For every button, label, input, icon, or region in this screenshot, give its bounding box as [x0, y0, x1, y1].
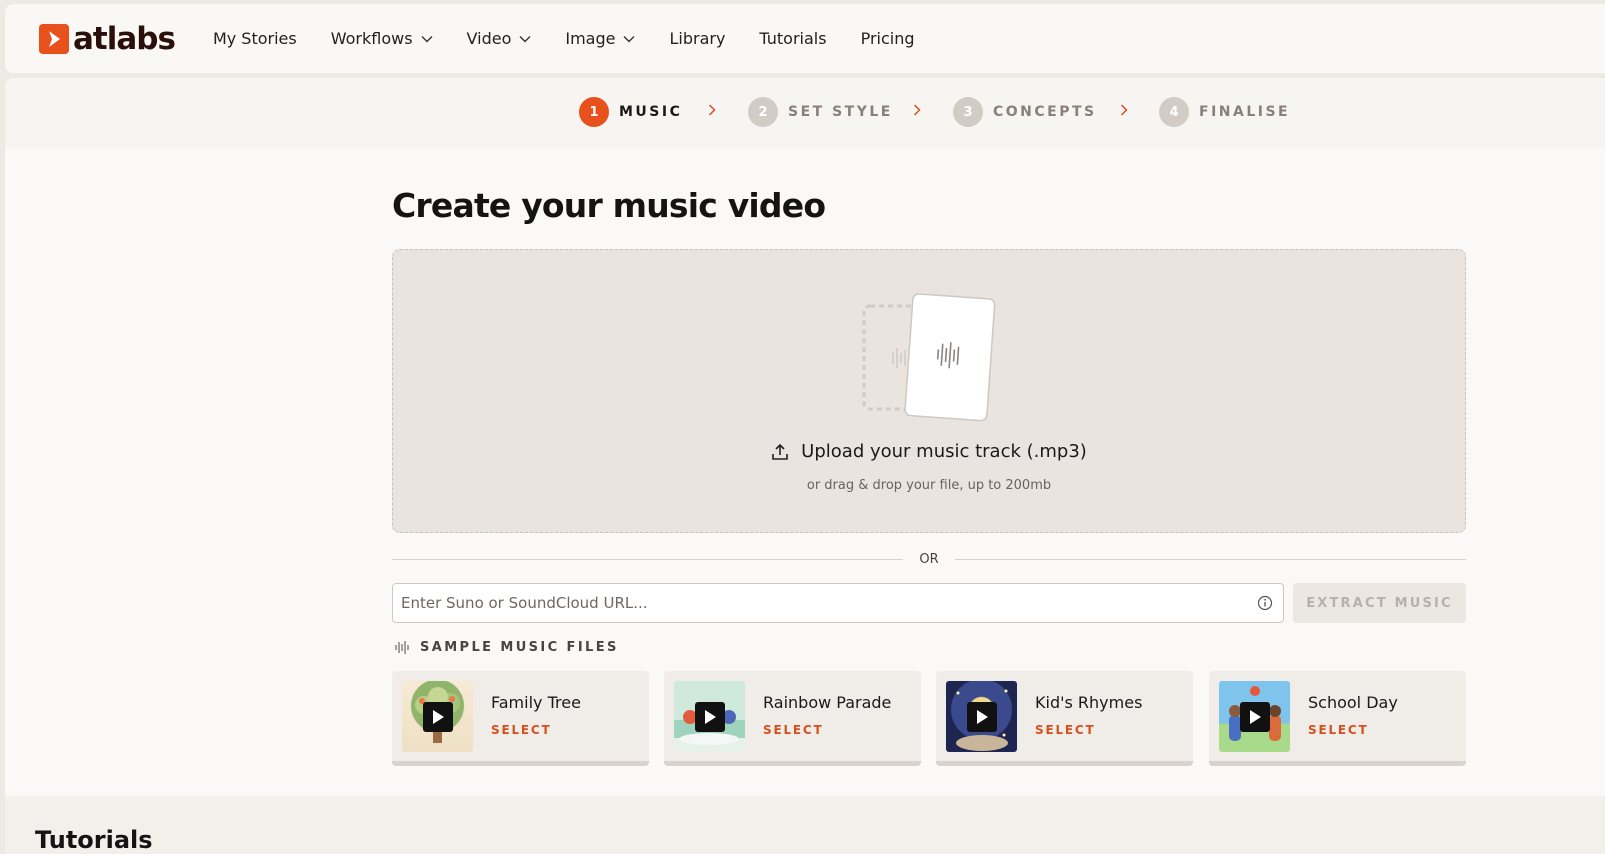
stepper: 1 MUSIC 2 SET STYLE 3 CONCEPTS 4 FINALIS…	[5, 78, 1605, 148]
sample-music-heading-label: SAMPLE MUSIC FILES	[420, 639, 619, 655]
divider-line	[392, 558, 904, 560]
nav-library[interactable]: Library	[669, 29, 725, 48]
nav-label: My Stories	[212, 29, 297, 48]
step-concepts[interactable]: 3 CONCEPTS	[953, 97, 1097, 127]
sample-thumbnail	[674, 681, 745, 752]
nav-image[interactable]: Image	[565, 29, 635, 48]
sample-title: Kid's Rhymes	[1035, 693, 1143, 712]
sample-title: Rainbow Parade	[763, 693, 892, 712]
info-icon[interactable]	[1257, 595, 1273, 611]
upload-icon	[772, 443, 788, 460]
step-set-style[interactable]: 2 SET STYLE	[748, 97, 893, 127]
play-icon[interactable]	[1240, 702, 1270, 732]
waveform-icon	[395, 641, 409, 654]
nav-label: Image	[565, 29, 616, 48]
step-label: SET STYLE	[788, 104, 893, 120]
play-icon[interactable]	[967, 702, 997, 732]
sample-thumbnail	[1219, 681, 1290, 752]
chevron-right-icon	[708, 104, 716, 116]
nav-label: Pricing	[860, 29, 915, 48]
nav-label: Tutorials	[759, 29, 827, 48]
nav-pricing[interactable]: Pricing	[861, 29, 915, 48]
step-number: 3	[953, 97, 983, 127]
nav-video[interactable]: Video	[467, 29, 532, 48]
sample-select-link[interactable]: SELECT	[1308, 723, 1368, 737]
chevron-down-icon	[623, 35, 635, 42]
play-icon[interactable]	[423, 702, 453, 732]
sample-card-family-tree[interactable]: Family Tree SELECT	[392, 671, 649, 766]
step-number: 4	[1159, 97, 1189, 127]
step-number: 1	[579, 97, 609, 127]
page-title: Create your music video	[392, 186, 826, 225]
step-label: MUSIC	[619, 104, 683, 120]
or-text: OR	[919, 551, 939, 567]
sample-music-heading: SAMPLE MUSIC FILES	[394, 639, 619, 655]
sample-title: Family Tree	[491, 693, 581, 712]
extract-music-button[interactable]: EXTRACT MUSIC	[1293, 583, 1466, 623]
nav-label: Video	[466, 29, 512, 48]
upload-prompt[interactable]: Upload your music track (.mp3)	[393, 441, 1465, 462]
chevron-right-icon	[913, 104, 921, 116]
sample-select-link[interactable]: SELECT	[491, 723, 551, 737]
sample-title: School Day	[1308, 693, 1398, 712]
nav-label: Workflows	[330, 29, 413, 48]
upload-hint: or drag & drop your file, up to 200mb	[806, 478, 1052, 493]
logo-mark-icon	[39, 23, 69, 54]
sample-select-link[interactable]: SELECT	[1035, 723, 1095, 737]
nav-my-stories[interactable]: My Stories	[213, 29, 297, 48]
divider-line	[954, 558, 1467, 560]
step-label: FINALISE	[1199, 104, 1291, 120]
top-navbar: atlabs My Stories Workflows Video Image …	[5, 4, 1605, 73]
suno-soundcloud-url-input[interactable]	[393, 593, 1257, 613]
sample-thumbnail	[946, 681, 1017, 752]
upload-label: Upload your music track (.mp3)	[801, 441, 1087, 462]
sample-card-kids-rhymes[interactable]: Kid's Rhymes SELECT	[936, 671, 1193, 766]
nav-label: Library	[669, 29, 726, 48]
nav-workflows[interactable]: Workflows	[331, 29, 433, 48]
url-field-wrapper	[392, 583, 1284, 623]
tutorials-heading: Tutorials	[35, 826, 153, 854]
step-music[interactable]: 1 MUSIC	[579, 97, 682, 127]
chevron-down-icon	[519, 35, 531, 42]
main-panel: 1 MUSIC 2 SET STYLE 3 CONCEPTS 4 FINALIS…	[5, 78, 1605, 796]
nav-tutorials[interactable]: Tutorials	[759, 29, 826, 48]
audio-file-illustration-icon	[862, 293, 996, 422]
step-number: 2	[748, 97, 778, 127]
tutorials-section: Tutorials	[5, 796, 1605, 854]
step-label: CONCEPTS	[993, 104, 1097, 120]
sample-card-rainbow-parade[interactable]: Rainbow Parade SELECT	[664, 671, 921, 766]
chevron-right-icon	[1120, 104, 1128, 116]
play-icon[interactable]	[695, 702, 725, 732]
chevron-down-icon	[421, 35, 433, 42]
sample-select-link[interactable]: SELECT	[763, 723, 823, 737]
atlabs-logo[interactable]: atlabs	[39, 20, 176, 57]
logo-text: atlabs	[73, 20, 176, 57]
sample-card-school-day[interactable]: School Day SELECT	[1209, 671, 1466, 766]
upload-dropzone[interactable]: Upload your music track (.mp3) or drag &…	[392, 249, 1466, 533]
sample-thumbnail	[402, 681, 473, 752]
or-divider: OR	[392, 549, 1467, 569]
step-finalise[interactable]: 4 FINALISE	[1159, 97, 1290, 127]
